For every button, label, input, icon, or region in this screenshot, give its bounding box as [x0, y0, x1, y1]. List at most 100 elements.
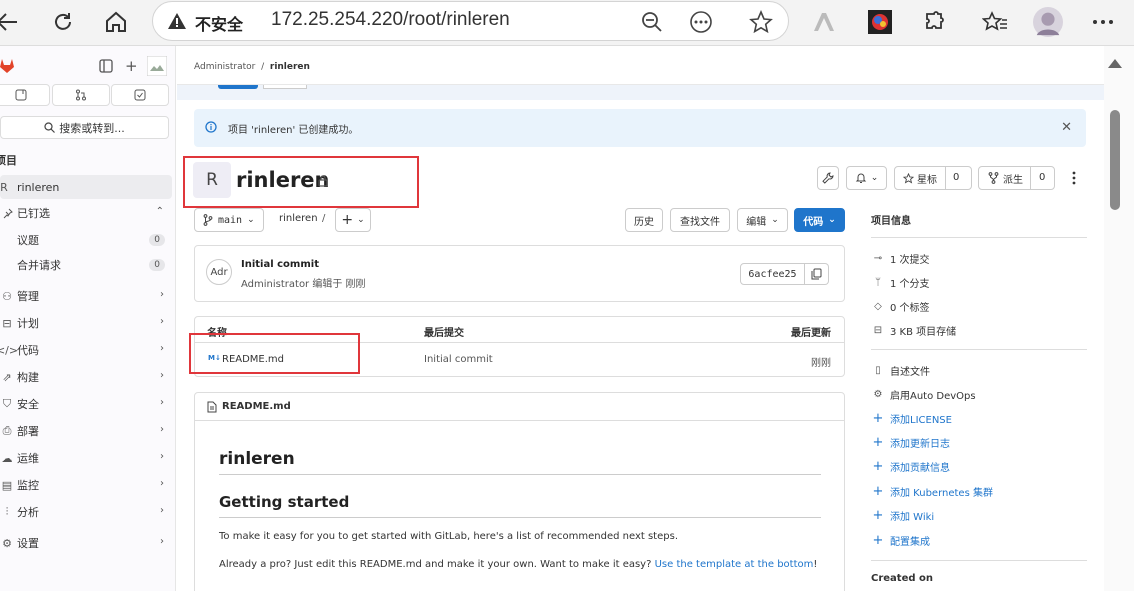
divider	[945, 167, 946, 189]
sidebar-item-build[interactable]: ⇗ 构建 ›	[0, 365, 172, 389]
reload-icon[interactable]	[48, 7, 78, 37]
sidebar-item-operate[interactable]: ☁ 运维 ›	[0, 446, 172, 470]
action-label: 添加LICENSE	[890, 415, 952, 426]
count-badge: 0	[149, 234, 165, 246]
avatar[interactable]: Adr	[206, 259, 232, 285]
close-icon[interactable]: ✕	[1061, 120, 1072, 135]
gitlab-logo-icon[interactable]	[0, 58, 14, 77]
commit-author[interactable]: Administrator	[241, 279, 309, 290]
sidebar-item-analyze[interactable]: ⫶ 分析 ›	[0, 500, 172, 524]
sidebar-item-manage[interactable]: ⚇ 管理 ›	[0, 284, 172, 308]
favorite-star-icon[interactable]	[749, 10, 773, 34]
template-link[interactable]: Use the template at the bottom	[655, 559, 814, 570]
stat-tags[interactable]: ◇ 0 个标签	[872, 299, 929, 314]
add-to-tree-button[interactable]: + ⌄	[335, 208, 371, 232]
action-auto-devops[interactable]: ⚙ 启用Auto DevOps	[872, 387, 976, 402]
divider	[1030, 167, 1031, 189]
breadcrumb-root[interactable]: Administrator	[194, 62, 255, 72]
back-icon[interactable]	[0, 7, 22, 37]
edit-button[interactable]: 编辑 ⌄	[737, 208, 788, 232]
action-label: 添加贡献信息	[890, 463, 950, 474]
sidebar-item-secure[interactable]: ⛉ 安全 ›	[0, 392, 172, 416]
branch-icon	[203, 214, 213, 226]
action-add-changelog[interactable]: + 添加更新日志	[872, 435, 950, 450]
sidebar-item-deploy[interactable]: ⎙ 部署 ›	[0, 419, 172, 443]
search-button[interactable]: 搜索或转到...	[0, 116, 169, 139]
branch-name: main	[218, 214, 243, 226]
security-label[interactable]: 不安全	[195, 11, 243, 35]
history-button[interactable]: 历史	[625, 208, 663, 232]
scroll-up-arrow-icon[interactable]	[1108, 59, 1122, 68]
scrollbar-thumb[interactable]	[1110, 110, 1120, 210]
active-tab-indicator[interactable]	[218, 85, 258, 89]
sidebar-item-code[interactable]: </> 代码 ›	[0, 338, 172, 362]
stat-branches[interactable]: ᛘ 1 个分支	[872, 275, 930, 290]
create-new-icon[interactable]: +	[125, 57, 138, 75]
zoom-out-icon[interactable]	[640, 10, 664, 34]
copy-icon	[811, 268, 822, 280]
action-configure-integrations[interactable]: + 配置集成	[872, 533, 930, 548]
issues-tab-icon[interactable]	[0, 84, 50, 106]
readme-header: README.md	[195, 393, 844, 421]
find-file-button[interactable]: 查找文件	[670, 208, 730, 232]
address-bar[interactable]: 不安全 172.25.254.220/root/rinleren	[152, 1, 882, 41]
highlight-box-project-title	[183, 156, 419, 208]
copy-sha-button[interactable]	[805, 263, 829, 285]
url-text[interactable]: 172.25.254.220/root/rinleren	[271, 9, 510, 31]
chevron-right-icon: ›	[160, 397, 164, 408]
action-add-contributing[interactable]: + 添加贡献信息	[872, 459, 950, 474]
sidebar-item-settings[interactable]: ⚙ 设置 ›	[0, 531, 172, 555]
extension-game-icon[interactable]	[865, 7, 895, 37]
user-avatar[interactable]	[146, 55, 168, 79]
sidebar-item-issues[interactable]: 议题 0	[17, 229, 172, 251]
file-last-commit[interactable]: Initial commit	[424, 354, 493, 365]
todos-tab-icon[interactable]	[111, 84, 169, 106]
profile-avatar[interactable]	[1033, 7, 1063, 37]
tab-stub[interactable]	[263, 85, 307, 89]
sidebar-item-project[interactable]: R rinleren	[0, 175, 172, 199]
sidebar-item-label: 安全	[17, 398, 39, 411]
readme-filename[interactable]: README.md	[222, 401, 291, 412]
settings-wrench-button[interactable]	[817, 166, 839, 190]
chart-icon: ⫶	[5, 505, 9, 518]
star-label: 星标	[917, 174, 937, 186]
sidebar-item-pinned[interactable]: 已钉选 ⌃	[0, 201, 172, 225]
action-readme[interactable]: ▯ 自述文件	[872, 363, 930, 378]
readme-heading-1: rinleren	[219, 449, 295, 469]
more-actions-icon[interactable]	[1071, 170, 1077, 189]
extensions-puzzle-icon[interactable]	[920, 7, 950, 37]
action-add-wiki[interactable]: + 添加 Wiki	[872, 508, 935, 523]
commit-time: 编辑于 刚刚	[312, 279, 366, 290]
browser-menu-icon[interactable]	[1088, 7, 1118, 37]
file-icon	[207, 401, 217, 412]
more-options-icon[interactable]	[689, 10, 713, 34]
project-avatar-letter: R	[0, 180, 8, 194]
sidebar-item-label: 已钉选	[17, 207, 50, 220]
commit-title[interactable]: Initial commit	[241, 259, 319, 270]
extension-a-icon[interactable]	[810, 7, 840, 37]
warning-icon[interactable]	[167, 12, 187, 33]
commit-sha[interactable]: 6acfee25	[740, 263, 805, 285]
sidebar-item-monitor[interactable]: ▤ 监控 ›	[0, 473, 172, 497]
branch-selector[interactable]: main ⌄	[194, 208, 264, 232]
cloud-icon: ☁	[1, 451, 13, 465]
breadcrumb-current[interactable]: rinleren	[270, 62, 310, 72]
notifications-button[interactable]: ⌄	[846, 166, 887, 190]
action-add-license[interactable]: + 添加LICENSE	[872, 411, 952, 426]
stat-storage[interactable]: ⊟ 3 KB 项目存储	[872, 323, 956, 338]
sidebar-toggle-icon[interactable]	[99, 59, 113, 76]
search-icon	[44, 122, 56, 133]
star-button[interactable]: 星标 0	[894, 166, 972, 190]
plus-icon: +	[872, 435, 884, 450]
code-button[interactable]: 代码 ⌄	[794, 208, 845, 232]
bell-icon	[855, 173, 866, 183]
merge-requests-tab-icon[interactable]	[52, 84, 110, 106]
favorites-list-icon[interactable]	[980, 7, 1010, 37]
fork-button[interactable]: 派生 0	[978, 166, 1055, 190]
sidebar-item-merge-requests[interactable]: 合并请求 0	[17, 254, 172, 276]
sidebar-item-plan[interactable]: ⊟ 计划 ›	[0, 311, 172, 335]
action-add-kubernetes[interactable]: + 添加 Kubernetes 集群	[872, 484, 993, 499]
repo-path[interactable]: rinleren	[279, 213, 318, 224]
home-icon[interactable]	[101, 7, 131, 37]
stat-commits[interactable]: ⊸ 1 次提交	[872, 251, 930, 266]
